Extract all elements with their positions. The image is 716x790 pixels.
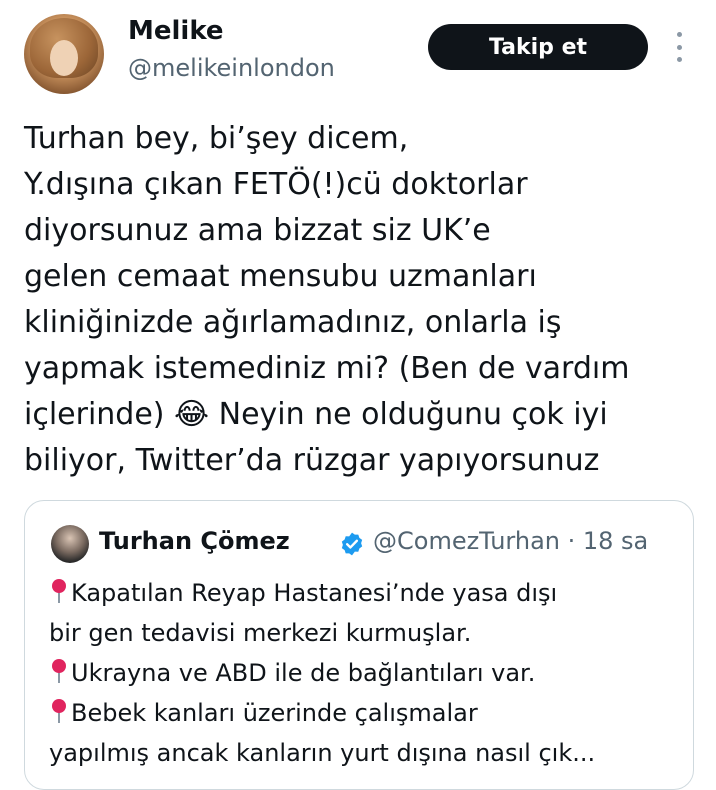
quoted-tweet-line-text: Ukrayna ve ABD ile de bağlantıları var. <box>71 659 536 687</box>
round-pushpin-icon <box>52 659 66 683</box>
more-options-icon[interactable] <box>672 32 686 62</box>
avatar[interactable] <box>24 14 104 94</box>
quoted-tweet-line: Bebek kanları üzerinde çalışmalar <box>49 693 689 733</box>
author-name[interactable]: Melike <box>128 16 224 46</box>
tweet-line: diyorsunuz ama bizzat siz UK’e <box>24 213 491 248</box>
tweet-line: biliyor, Twitter’da rüzgar yapıyorsunuz <box>24 443 600 478</box>
quoted-tweet-line-text: Kapatılan Reyap Hastanesi’nde yasa dışı <box>71 579 558 607</box>
quoted-author-avatar[interactable] <box>51 525 89 563</box>
tweet-line: içlerinde) 😂 Neyin ne olduğunu çok iyi <box>24 397 608 432</box>
quoted-tweet-line: bir gen tedavisi merkezi kurmuşlar. <box>49 613 689 653</box>
follow-button[interactable]: Takip et <box>428 24 648 70</box>
quoted-tweet-line: Ukrayna ve ABD ile de bağlantıları var. <box>49 653 689 693</box>
round-pushpin-icon <box>52 699 66 723</box>
quoted-author-name[interactable]: Turhan Çömez <box>99 527 290 555</box>
quoted-tweet[interactable]: Turhan Çömez @ComezTurhan · 18 sa Kapatı… <box>24 500 694 790</box>
quoted-handle-time[interactable]: @ComezTurhan · 18 sa <box>373 527 648 555</box>
tweet-line: kliniğinizde ağırlamadınız, onlarla iş <box>24 305 562 340</box>
tweet-line: yapmak istemediniz mi? (Ben de vardım <box>24 351 630 386</box>
avatar-face <box>50 40 78 76</box>
tweet-text: Turhan bey, bi’şey dicem, Y.dışına çıkan… <box>24 116 704 484</box>
verified-badge-icon <box>341 532 363 556</box>
author-handle[interactable]: @melikeinlondon <box>128 54 335 82</box>
quoted-tweet-text: Kapatılan Reyap Hastanesi’nde yasa dışı b… <box>49 573 689 773</box>
quoted-tweet-line-text: bir gen tedavisi merkezi kurmuşlar. <box>49 619 472 647</box>
tweet-line: gelen cemaat mensubu uzmanları <box>24 259 537 294</box>
quoted-tweet-line-text: Bebek kanları üzerinde çalışmalar <box>71 699 478 727</box>
tweet-line: Y.dışına çıkan FETÖ(!)cü doktorlar <box>24 167 528 202</box>
quoted-tweet-line: Kapatılan Reyap Hastanesi’nde yasa dışı <box>49 573 689 613</box>
quoted-tweet-line: yapılmış ancak kanların yurt dışına nası… <box>49 733 689 773</box>
round-pushpin-icon <box>52 579 66 603</box>
quoted-tweet-line-text: yapılmış ancak kanların yurt dışına nası… <box>49 739 596 767</box>
tweet-line: Turhan bey, bi’şey dicem, <box>24 121 409 156</box>
